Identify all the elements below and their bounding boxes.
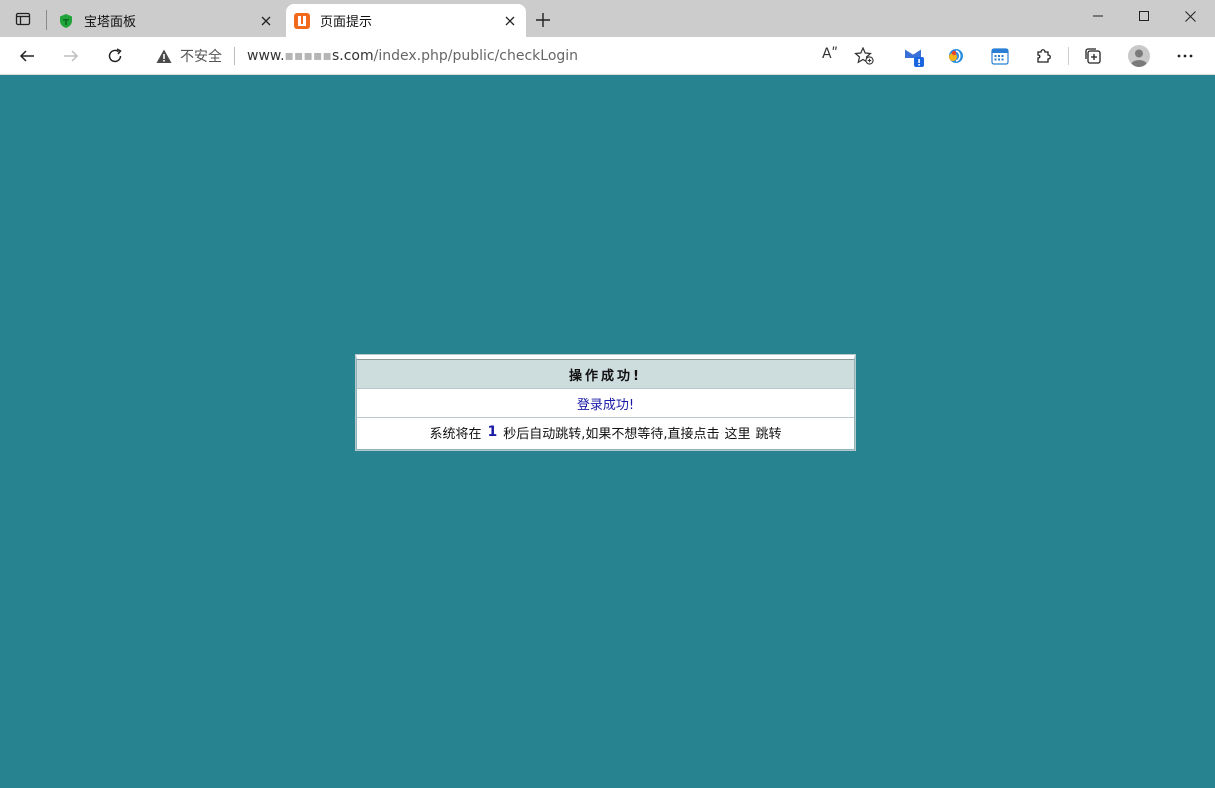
back-button[interactable] [11, 40, 43, 72]
baota-shield-icon [60, 13, 72, 28]
arrow-right-icon [64, 50, 79, 62]
profile-button[interactable] [1123, 40, 1155, 72]
redirect-prefix: 系统将在 [429, 426, 482, 442]
notice-box: 操作成功! 登录成功! 系统将在 1 秒后自动跳转,如果不想等待,直接点击 这里… [355, 354, 856, 451]
warning-triangle-icon[interactable] [156, 47, 174, 65]
tab-close-button[interactable] [256, 11, 276, 31]
add-favorite-button[interactable] [854, 46, 874, 69]
url-prefix: www. [247, 48, 285, 64]
extensions-button[interactable] [1028, 40, 1060, 72]
new-tab-button[interactable] [530, 7, 556, 33]
orange-page-icon [294, 12, 310, 29]
browser-toolbar: 不安全 www.▪▪▪▪▪s.com/index.php/public/chec… [0, 37, 1215, 75]
collections-icon [1085, 48, 1101, 64]
url-text[interactable]: www.▪▪▪▪▪s.com/index.php/public/checkLog… [247, 48, 578, 64]
refresh-icon [108, 48, 122, 63]
browser-extension-button[interactable] [940, 40, 972, 72]
minimize-button[interactable] [1075, 0, 1121, 32]
security-label[interactable]: 不安全 [180, 46, 222, 66]
read-aloud-button[interactable]: Aʺ [822, 46, 838, 62]
tab-actions-menu-button[interactable] [8, 6, 38, 32]
settings-more-button[interactable] [1169, 40, 1201, 72]
tab-title: 页面提示 [320, 15, 373, 30]
tab-actions-icon [15, 12, 31, 26]
toolbar-divider [1068, 47, 1069, 65]
tab-title: 宝塔面板 [84, 15, 137, 30]
redirect-suffix: 跳转 [755, 426, 782, 442]
mail-badge-icon [904, 48, 924, 67]
address-bar[interactable]: 不安全 www.▪▪▪▪▪s.com/index.php/public/chec… [144, 41, 884, 71]
calendar-extension-button[interactable] [984, 40, 1016, 72]
maximize-icon [1139, 11, 1149, 21]
notice-heading: 操作成功! [569, 368, 642, 384]
tab-baota-panel[interactable]: 宝塔面板 [50, 4, 282, 37]
close-icon [505, 16, 515, 25]
forward-button[interactable] [55, 40, 87, 72]
redirect-middle: 秒后自动跳转,如果不想等待,直接点击 [503, 426, 720, 442]
url-blurred-host: ▪▪▪▪▪ [284, 48, 332, 64]
tab-strip: 宝塔面板 页面提示 [0, 0, 1215, 37]
browser-ext-icon [949, 49, 963, 63]
notice-message-row: 登录成功! [357, 389, 854, 418]
more-icon [1177, 54, 1193, 58]
tab-page-notice[interactable]: 页面提示 [286, 4, 526, 37]
calendar-icon [991, 48, 1009, 65]
notice-heading-row: 操作成功! [357, 359, 854, 389]
arrow-left-icon [19, 50, 34, 62]
tab-separator [46, 10, 47, 30]
minimize-icon [1093, 15, 1103, 17]
notice-message: 登录成功! [576, 397, 635, 413]
url-suffix: s.com [331, 48, 374, 64]
close-icon [1184, 10, 1196, 22]
refresh-button[interactable] [99, 40, 131, 72]
puzzle-icon [1037, 49, 1051, 63]
tab-close-button[interactable] [500, 11, 520, 31]
redirect-link[interactable]: 这里 [725, 423, 751, 442]
mail-extension-button[interactable] [898, 40, 930, 72]
profile-avatar-icon [1128, 45, 1150, 67]
redirect-row: 系统将在 1 秒后自动跳转,如果不想等待,直接点击 这里 跳转 [357, 418, 854, 449]
close-window-button[interactable] [1167, 0, 1213, 32]
countdown-value: 1 [487, 424, 498, 440]
maximize-button[interactable] [1121, 0, 1167, 32]
url-path: /index.php/public/checkLogin [373, 48, 579, 64]
star-plus-icon [854, 46, 874, 65]
address-divider [234, 47, 235, 65]
plus-icon [536, 13, 550, 27]
close-icon [261, 16, 271, 25]
collections-button[interactable] [1077, 40, 1109, 72]
